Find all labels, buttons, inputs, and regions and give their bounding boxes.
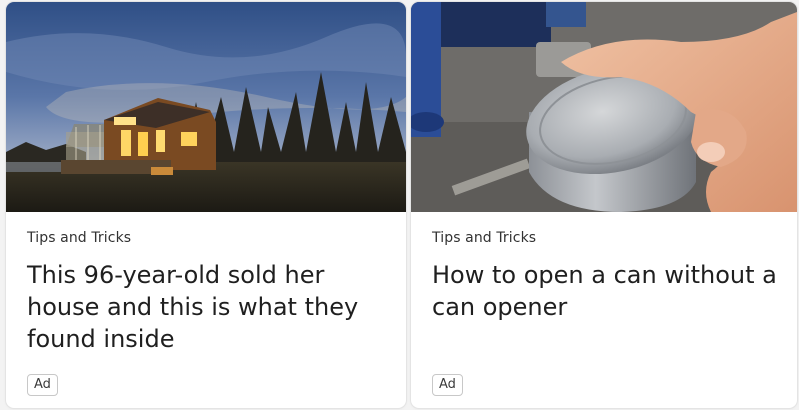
ad-badge: Ad [27, 374, 58, 396]
card-thumbnail-tiny-house[interactable] [6, 2, 406, 212]
ad-badge: Ad [432, 374, 463, 396]
ad-card-can-opener[interactable]: Tips and Tricks How to open a can withou… [411, 2, 797, 408]
card-title[interactable]: This 96-year-old sold her house and this… [27, 259, 382, 355]
ad-card-grid: Tips and Tricks This 96-year-old sold he… [0, 0, 799, 410]
card-category: Tips and Tricks [432, 230, 537, 246]
card-thumbnail-tin-can[interactable] [411, 2, 797, 212]
card-category: Tips and Tricks [27, 230, 132, 246]
card-title[interactable]: How to open a can without a can opener [432, 259, 787, 323]
ad-card-tiny-house[interactable]: Tips and Tricks This 96-year-old sold he… [6, 2, 406, 408]
